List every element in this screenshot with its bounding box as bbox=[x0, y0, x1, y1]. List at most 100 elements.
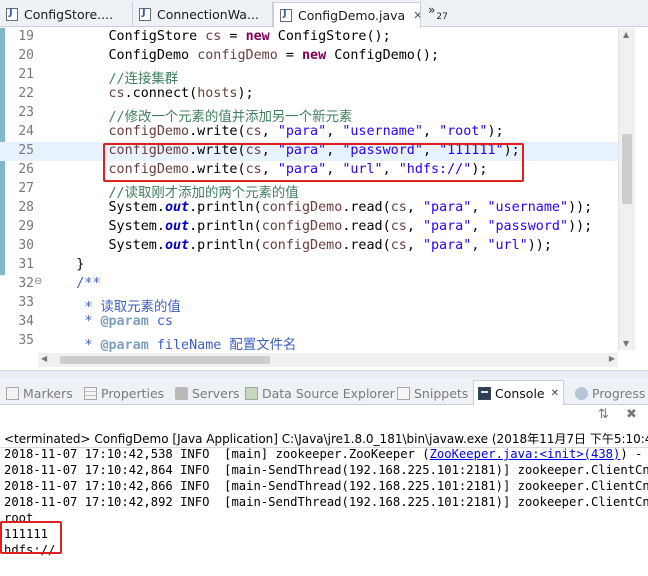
line-number: 31 bbox=[18, 257, 34, 272]
line-number: 22 bbox=[18, 86, 34, 101]
clear-console-icon[interactable]: ✖ bbox=[626, 407, 637, 422]
line-number: 24 bbox=[18, 124, 34, 139]
code-text[interactable]: System.out.println(configDemo.read(cs, "… bbox=[44, 238, 551, 253]
tab-progress[interactable]: Progress bbox=[575, 383, 645, 403]
data-source-explorer-icon bbox=[245, 386, 258, 400]
scroll-down-icon[interactable]: ▼ bbox=[623, 339, 629, 348]
tab-markers[interactable]: Markers bbox=[6, 383, 73, 403]
close-icon[interactable]: ✕ bbox=[551, 388, 559, 399]
vertical-scroll-thumb[interactable] bbox=[622, 134, 632, 204]
code-line[interactable]: 31 } bbox=[0, 256, 618, 275]
console-toolbar: ⇅ ✖ bbox=[0, 405, 648, 427]
code-text[interactable]: System.out.println(configDemo.read(cs, "… bbox=[44, 219, 592, 234]
line-number: 23 bbox=[18, 105, 34, 120]
tab-configstore[interactable]: ConfigStore.... bbox=[0, 2, 133, 27]
code-line[interactable]: 35 * @param fileName 配置文件名 bbox=[0, 332, 618, 353]
console-process-header: <terminated> ConfigDemo [Java Applicatio… bbox=[4, 432, 648, 446]
scroll-right-icon[interactable]: ▶ bbox=[609, 354, 615, 363]
line-number: 33 bbox=[18, 295, 34, 310]
code-text[interactable]: * @param fileName 配置文件名 bbox=[44, 333, 296, 353]
code-text[interactable]: * 读取元素的值 bbox=[44, 295, 180, 315]
code-line[interactable]: 27 //读取刚才添加的两个元素的值 bbox=[0, 180, 618, 201]
horizontal-scroll-thumb[interactable] bbox=[60, 356, 270, 364]
code-line[interactable]: 32 ⊖ /** bbox=[0, 275, 618, 294]
view-tab-bar: Markers Properties Servers Data Source E… bbox=[0, 378, 648, 405]
code-line[interactable]: 24 configDemo.write(cs, "para", "usernam… bbox=[0, 123, 618, 142]
code-text[interactable]: configDemo.write(cs, "para", "username",… bbox=[44, 124, 504, 139]
tab-label: Snippets bbox=[414, 385, 469, 401]
code-editor[interactable]: 19 ConfigStore cs = new ConfigStore(); 20… bbox=[0, 28, 648, 370]
console-log-line: 2018-11-07 17:10:42,864 INFO [main-SendT… bbox=[4, 463, 648, 477]
properties-icon bbox=[84, 386, 97, 400]
tab-data-source-explorer[interactable]: Data Source Explorer bbox=[245, 383, 395, 403]
highlight-box-code bbox=[103, 143, 524, 182]
code-line[interactable]: 22 cs.connect(hosts); bbox=[0, 85, 618, 104]
scroll-left-icon[interactable]: ◀ bbox=[41, 354, 47, 363]
editor-tab-bar: ConfigStore.... ConnectionWa... ConfigDe… bbox=[0, 0, 648, 28]
code-text[interactable]: } bbox=[44, 257, 84, 272]
tab-label: Console bbox=[495, 385, 545, 401]
tab-servers[interactable]: Servers bbox=[175, 383, 240, 403]
panel-splitter[interactable] bbox=[0, 370, 648, 378]
line-number: 26 bbox=[18, 162, 34, 177]
vertical-scrollbar[interactable]: ▲ ▼ bbox=[618, 28, 635, 350]
code-text[interactable]: //连接集群 bbox=[44, 67, 179, 87]
code-line[interactable]: 20 ConfigDemo configDemo = new ConfigDem… bbox=[0, 47, 618, 66]
line-number: 27 bbox=[18, 181, 34, 196]
code-text[interactable]: cs.connect(hosts); bbox=[44, 86, 254, 101]
hidden-tab-count: 27 bbox=[436, 12, 448, 22]
console-log-line: 2018-11-07 17:10:42,538 INFO [main] zook… bbox=[4, 447, 643, 461]
console-log-line: 2018-11-07 17:10:42,892 INFO [main-SendT… bbox=[4, 495, 648, 509]
code-text[interactable]: System.out.println(configDemo.read(cs, "… bbox=[44, 200, 592, 215]
java-file-icon bbox=[280, 8, 292, 22]
code-text[interactable]: /** bbox=[44, 276, 100, 291]
console-log-line: 2018-11-07 17:10:42,866 INFO [main-SendT… bbox=[4, 479, 648, 493]
line-number: 28 bbox=[18, 200, 34, 215]
fold-toggle-icon[interactable]: ⊖ bbox=[34, 276, 42, 287]
line-number: 29 bbox=[18, 219, 34, 234]
tab-properties[interactable]: Properties bbox=[84, 383, 164, 403]
java-file-icon bbox=[6, 7, 18, 21]
code-text[interactable]: ConfigDemo configDemo = new ConfigDemo()… bbox=[44, 48, 439, 63]
tab-label: Properties bbox=[101, 385, 165, 401]
horizontal-scrollbar[interactable]: ◀ ▶ bbox=[38, 353, 618, 367]
code-text[interactable]: //修改一个元素的值并添加另一个新元素 bbox=[44, 105, 353, 125]
snippets-icon bbox=[397, 386, 410, 400]
close-icon[interactable]: ✕ bbox=[413, 9, 420, 22]
code-line[interactable]: 19 ConfigStore cs = new ConfigStore(); bbox=[0, 28, 618, 47]
scroll-up-icon[interactable]: ▲ bbox=[623, 30, 629, 39]
tab-label: ConfigStore.... bbox=[24, 7, 114, 22]
line-number: 19 bbox=[18, 29, 34, 44]
java-file-icon bbox=[139, 7, 151, 21]
code-text[interactable]: * @param cs bbox=[44, 314, 173, 329]
tab-connectionwatcher[interactable]: ConnectionWa... bbox=[133, 2, 273, 27]
code-text[interactable]: ConfigStore cs = new ConfigStore(); bbox=[44, 29, 390, 44]
console-icon bbox=[478, 386, 491, 400]
line-number: 25 bbox=[18, 143, 34, 158]
tab-label: Markers bbox=[23, 385, 73, 401]
tab-overflow-button[interactable]: » 27 bbox=[428, 3, 448, 22]
chevron-double-right-icon: » bbox=[428, 3, 436, 17]
servers-icon bbox=[175, 386, 188, 400]
code-line[interactable]: 34 * @param cs bbox=[0, 313, 618, 332]
code-line[interactable]: 29 System.out.println(configDemo.read(cs… bbox=[0, 218, 618, 237]
tab-label: Servers bbox=[192, 385, 240, 401]
source-link[interactable]: ZooKeeper.java:<init>(438) bbox=[430, 447, 621, 461]
line-number: 35 bbox=[18, 333, 34, 348]
code-line[interactable]: 23 //修改一个元素的值并添加另一个新元素 bbox=[0, 104, 618, 125]
progress-icon bbox=[575, 386, 588, 400]
tab-label: ConnectionWa... bbox=[157, 7, 259, 22]
tab-console[interactable]: Console ✕ bbox=[473, 380, 565, 405]
code-line[interactable]: 30 System.out.println(configDemo.read(cs… bbox=[0, 237, 618, 256]
tab-snippets[interactable]: Snippets bbox=[397, 383, 468, 403]
line-number: 32 bbox=[18, 276, 34, 291]
pin-console-icon[interactable]: ⇅ bbox=[598, 407, 609, 422]
line-number: 30 bbox=[18, 238, 34, 253]
tab-label: Progress bbox=[592, 385, 646, 401]
code-line[interactable]: 28 System.out.println(configDemo.read(cs… bbox=[0, 199, 618, 218]
line-number: 21 bbox=[18, 67, 34, 82]
code-line[interactable]: 33 * 读取元素的值 bbox=[0, 294, 618, 315]
code-text[interactable]: //读取刚才添加的两个元素的值 bbox=[44, 181, 299, 201]
tab-configdemo[interactable]: ConfigDemo.java ✕ bbox=[273, 2, 421, 28]
code-line[interactable]: 21 //连接集群 bbox=[0, 66, 618, 87]
